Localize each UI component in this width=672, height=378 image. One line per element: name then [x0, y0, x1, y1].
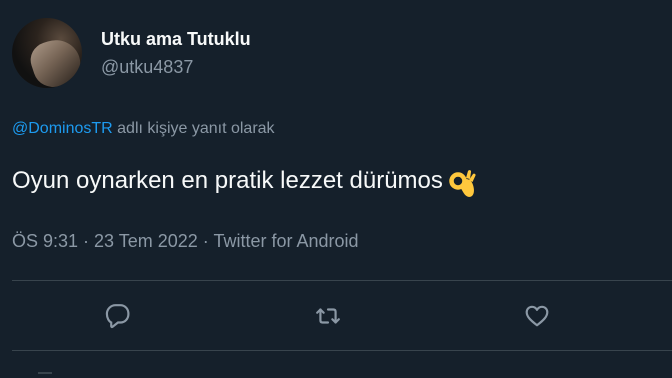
divider: [12, 280, 672, 281]
reply-context: @DominosTR adlı kişiye yanıt olarak: [12, 120, 275, 138]
tweet-timestamp-source[interactable]: ÖS 9:31 · 23 Tem 2022 · Twitter for Andr…: [12, 231, 359, 252]
author-handle[interactable]: @utku4837: [101, 57, 193, 78]
reply-context-text: adlı kişiye yanıt olarak: [112, 120, 275, 137]
like-button[interactable]: [521, 300, 553, 332]
heart-icon: [525, 305, 549, 327]
tweet-body: Oyun oynarken en pratik lezzet dürümos: [12, 167, 443, 194]
ok-hand-emoji-icon: [447, 169, 477, 199]
tweet-text: Oyun oynarken en pratik lezzet dürümos: [12, 166, 477, 199]
divider: [12, 350, 672, 351]
author-display-name[interactable]: Utku ama Tutuklu: [101, 29, 251, 50]
retweet-button[interactable]: [312, 300, 344, 332]
avatar[interactable]: [12, 18, 82, 88]
next-tweet-edge: [38, 372, 52, 378]
reply-button[interactable]: [102, 300, 134, 332]
reply-icon: [105, 304, 130, 329]
avatar-photo: [26, 33, 82, 88]
retweet-icon: [316, 308, 340, 324]
tweet-detail: Utku ama Tutuklu @utku4837 @DominosTR ad…: [0, 0, 672, 378]
reply-mention-link[interactable]: @DominosTR: [12, 120, 113, 137]
